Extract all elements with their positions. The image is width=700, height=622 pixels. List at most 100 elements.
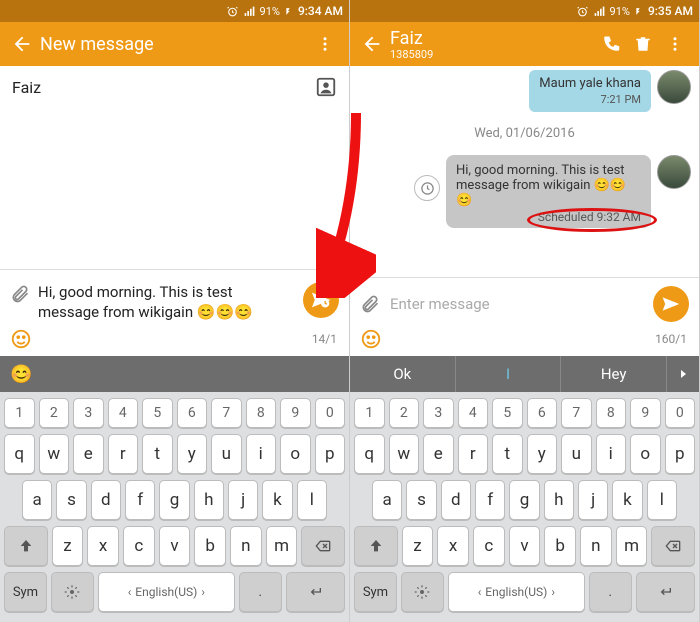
suggestion-word[interactable]: Ok [350, 356, 456, 392]
message-outgoing[interactable]: Maum yale khana 7:21 PM [358, 70, 691, 112]
key-0[interactable]: 0 [315, 398, 346, 428]
key-k[interactable]: k [262, 480, 292, 520]
conversation-view[interactable]: Maum yale khana 7:21 PM Wed, 01/06/2016 … [350, 66, 699, 277]
key-x[interactable]: x [437, 526, 469, 566]
key-j[interactable]: j [228, 480, 258, 520]
space-key[interactable]: ‹ English(US) › [448, 572, 585, 612]
key-d[interactable]: d [91, 480, 121, 520]
key-o[interactable]: o [280, 434, 311, 474]
key-x[interactable]: x [87, 526, 119, 566]
space-key[interactable]: ‹ English(US) › [98, 572, 235, 612]
key-s[interactable]: s [406, 480, 436, 520]
key-d[interactable]: d [441, 480, 471, 520]
contact-picker-icon[interactable] [315, 76, 337, 98]
key-y[interactable]: y [527, 434, 558, 474]
key-f[interactable]: f [475, 480, 505, 520]
key-g[interactable]: g [509, 480, 539, 520]
key-2[interactable]: 2 [39, 398, 70, 428]
backspace-key[interactable] [301, 526, 345, 566]
settings-key[interactable] [51, 572, 94, 612]
avatar[interactable] [657, 70, 691, 104]
shift-key[interactable] [354, 526, 398, 566]
key-r[interactable]: r [458, 434, 489, 474]
delete-button[interactable] [627, 35, 659, 53]
key-8[interactable]: 8 [596, 398, 627, 428]
key-l[interactable]: l [647, 480, 677, 520]
key-w[interactable]: w [39, 434, 70, 474]
key-q[interactable]: q [354, 434, 385, 474]
sym-key[interactable]: Sym [354, 572, 397, 612]
key-3[interactable]: 3 [73, 398, 104, 428]
key-i[interactable]: i [246, 434, 277, 474]
key-h[interactable]: h [194, 480, 224, 520]
avatar[interactable] [657, 155, 691, 189]
overflow-menu-button[interactable] [309, 35, 341, 53]
key-9[interactable]: 9 [280, 398, 311, 428]
key-i[interactable]: i [596, 434, 627, 474]
message-scheduled[interactable]: Hi, good morning. This is test message f… [358, 155, 691, 228]
key-5[interactable]: 5 [142, 398, 173, 428]
key-a[interactable]: a [372, 480, 402, 520]
key-t[interactable]: t [492, 434, 523, 474]
key-g[interactable]: g [159, 480, 189, 520]
key-c[interactable]: c [123, 526, 155, 566]
key-n[interactable]: n [230, 526, 262, 566]
attach-button[interactable] [360, 294, 380, 314]
key-1[interactable]: 1 [4, 398, 35, 428]
emoji-button[interactable] [10, 328, 32, 350]
attach-button[interactable] [10, 284, 30, 304]
key-v[interactable]: v [509, 526, 541, 566]
period-key[interactable]: . [589, 572, 632, 612]
key-6[interactable]: 6 [177, 398, 208, 428]
key-k[interactable]: k [612, 480, 642, 520]
key-v[interactable]: v [159, 526, 191, 566]
suggestion-more-button[interactable] [667, 368, 699, 380]
message-input[interactable]: Hi, good morning. This is test message f… [38, 278, 295, 323]
recipient-input[interactable]: Faiz [12, 78, 307, 97]
shift-key[interactable] [4, 526, 48, 566]
key-7[interactable]: 7 [561, 398, 592, 428]
send-scheduled-button[interactable] [303, 282, 339, 318]
settings-key[interactable] [401, 572, 444, 612]
call-button[interactable] [595, 35, 627, 53]
key-4[interactable]: 4 [458, 398, 489, 428]
backspace-key[interactable] [651, 526, 695, 566]
key-c[interactable]: c [473, 526, 505, 566]
key-e[interactable]: e [423, 434, 454, 474]
sym-key[interactable]: Sym [4, 572, 47, 612]
message-input[interactable]: Enter message [390, 295, 643, 313]
suggestion-word[interactable]: I [456, 356, 562, 392]
key-4[interactable]: 4 [108, 398, 139, 428]
key-y[interactable]: y [177, 434, 208, 474]
key-1[interactable]: 1 [354, 398, 385, 428]
key-m[interactable]: m [616, 526, 648, 566]
key-p[interactable]: p [665, 434, 696, 474]
key-p[interactable]: p [315, 434, 346, 474]
key-e[interactable]: e [73, 434, 104, 474]
suggestion-emoji[interactable]: 😊 [10, 364, 32, 385]
key-u[interactable]: u [211, 434, 242, 474]
key-r[interactable]: r [108, 434, 139, 474]
back-button[interactable] [358, 33, 386, 55]
key-o[interactable]: o [630, 434, 661, 474]
period-key[interactable]: . [239, 572, 282, 612]
key-n[interactable]: n [580, 526, 612, 566]
key-f[interactable]: f [125, 480, 155, 520]
key-5[interactable]: 5 [492, 398, 523, 428]
key-u[interactable]: u [561, 434, 592, 474]
key-9[interactable]: 9 [630, 398, 661, 428]
key-a[interactable]: a [22, 480, 52, 520]
enter-key[interactable] [286, 572, 345, 612]
key-b[interactable]: b [194, 526, 226, 566]
key-3[interactable]: 3 [423, 398, 454, 428]
emoji-button[interactable] [360, 328, 382, 350]
key-j[interactable]: j [578, 480, 608, 520]
key-6[interactable]: 6 [527, 398, 558, 428]
key-h[interactable]: h [544, 480, 574, 520]
key-w[interactable]: w [389, 434, 420, 474]
key-7[interactable]: 7 [211, 398, 242, 428]
overflow-menu-button[interactable] [659, 35, 691, 53]
suggestion-word[interactable]: Hey [561, 356, 667, 392]
enter-key[interactable] [636, 572, 695, 612]
send-button[interactable] [653, 286, 689, 322]
